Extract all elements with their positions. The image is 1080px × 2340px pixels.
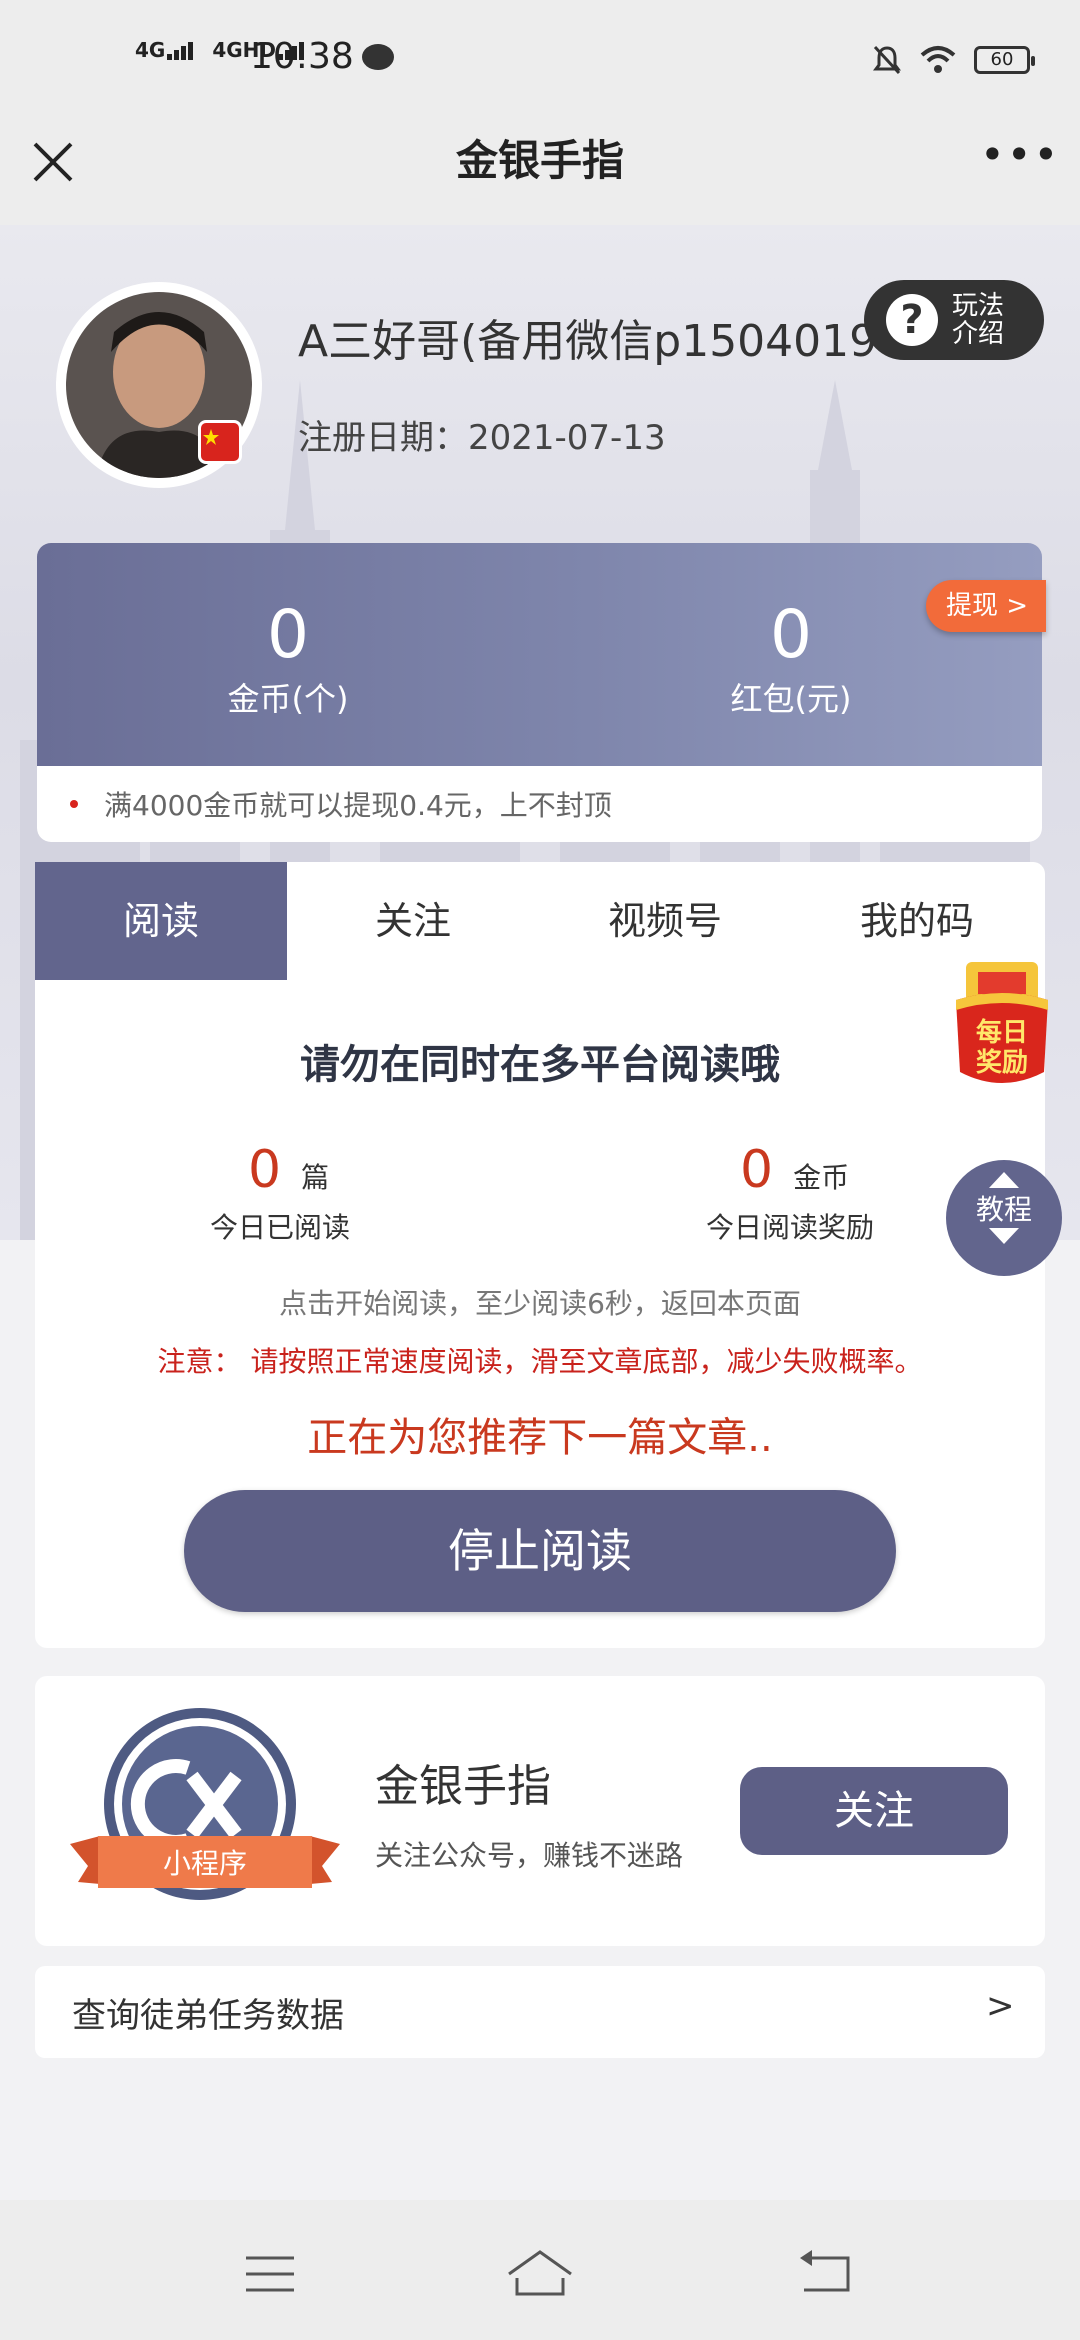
- message-notification-icon: [362, 44, 394, 70]
- status-right: 60: [872, 40, 1035, 80]
- home-icon[interactable]: [505, 2248, 575, 2298]
- today-read-label: 今日已阅读: [210, 1211, 351, 1244]
- withdraw-button[interactable]: 提现 >: [926, 580, 1046, 632]
- tab-follow[interactable]: 关注: [287, 862, 539, 980]
- reg-date-label: 注册日期：: [298, 418, 468, 458]
- tutorial-button[interactable]: 教程: [946, 1160, 1062, 1276]
- chevron-right-icon: >: [986, 1986, 1015, 2026]
- today-read-value: 0: [248, 1140, 282, 1200]
- today-read-stat: 0篇 今日已阅读: [210, 1140, 510, 1246]
- recommending-status: 正在为您推荐下一篇文章..: [307, 1415, 773, 1461]
- mini-program-badge: 小程序: [162, 1847, 247, 1880]
- account-name: 金银手指: [375, 1761, 551, 1812]
- china-flag-badge: [198, 420, 242, 464]
- daily-reward-line2: 奖励: [975, 1048, 1028, 1078]
- rules-label-line2: 介绍: [952, 319, 1005, 349]
- signal-bars-icon: [167, 40, 195, 60]
- reading-notice: 注意： 请按照正常速度阅读，滑至文章底部，减少失败概率。: [157, 1345, 923, 1378]
- registration-date: 注册日期：2021-07-13: [298, 410, 666, 459]
- network-label-1: 4G: [135, 38, 166, 62]
- tab-reading[interactable]: 阅读: [35, 862, 287, 980]
- reg-date-value: 2021-07-13: [468, 418, 666, 458]
- question-icon: ?: [886, 294, 938, 346]
- redpacket-label: 红包(元): [730, 680, 852, 718]
- rules-label-line1: 玩法: [952, 291, 1005, 321]
- battery-icon: 60: [974, 46, 1035, 74]
- stop-reading-button[interactable]: 停止阅读: [184, 1490, 896, 1612]
- today-reward-value: 0: [740, 1140, 774, 1200]
- daily-reward-line1: 每日: [975, 1018, 1028, 1048]
- menu-icon[interactable]: [244, 2254, 296, 2294]
- redpacket-value: 0: [770, 596, 812, 673]
- reading-hint: 点击开始阅读，至少阅读6秒，返回本页面: [279, 1287, 801, 1320]
- bullet-dot: [70, 800, 78, 808]
- more-options-button[interactable]: •••: [980, 130, 1058, 190]
- tab-video-channel[interactable]: 视频号: [539, 862, 791, 980]
- back-icon[interactable]: [796, 2250, 852, 2296]
- account-desc: 关注公众号，赚钱不迷路: [375, 1839, 684, 1872]
- rules-intro-button[interactable]: ? 玩法 介绍: [864, 280, 1044, 360]
- username: A三好哥(备用微信p15040190: [298, 316, 906, 367]
- clock: 10:38: [250, 36, 354, 77]
- daily-reward-button[interactable]: 每日 奖励: [952, 960, 1052, 1090]
- wifi-icon: [920, 46, 956, 73]
- mini-program-logo: 小程序: [70, 1706, 340, 1916]
- coins-label: 金币(个): [227, 680, 349, 718]
- query-apprentice-label: 查询徒弟任务数据: [72, 1996, 344, 2036]
- arrow-up-icon: [989, 1172, 1019, 1188]
- mute-bell-icon: [873, 45, 901, 75]
- multi-platform-warning: 请勿在同时在多平台阅读哦: [300, 1042, 780, 1088]
- page-title: 金银手指: [455, 136, 624, 185]
- tutorial-label: 教程: [975, 1193, 1032, 1226]
- today-reward-unit: 金币: [793, 1161, 850, 1194]
- coins-value: 0: [267, 596, 309, 673]
- follow-button[interactable]: 关注: [740, 1767, 1008, 1855]
- arrow-down-icon: [989, 1228, 1019, 1244]
- withdraw-tip-text: 满4000金币就可以提现0.4元，上不封顶: [104, 789, 612, 822]
- today-read-unit: 篇: [301, 1161, 330, 1194]
